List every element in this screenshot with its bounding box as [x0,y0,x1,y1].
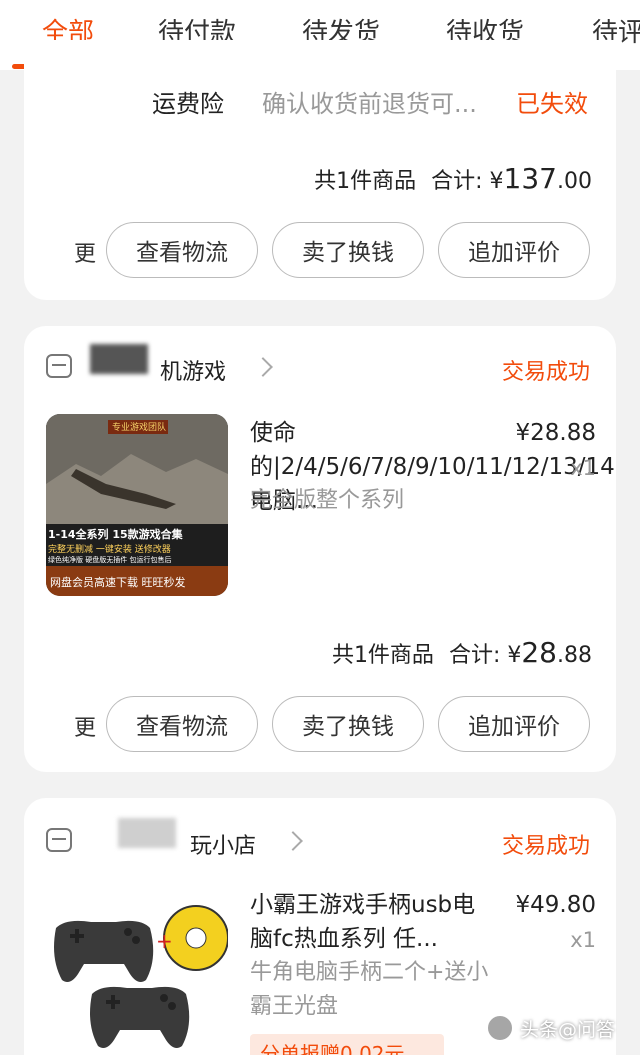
promo-tag: 分单报赠0.02元 [250,1034,444,1055]
redacted-shop-name [90,344,148,374]
sell-for-cash-button[interactable]: 卖了换钱 [272,222,424,278]
currency-symbol: ¥ [489,169,504,194]
cover-line-1: 1-14全系列 15款游戏合集 [48,528,183,541]
order-card: 运费险 确认收货前退货可... 已失效 共1件商品 合计: ¥137.00 更 … [24,40,616,300]
more-actions-link[interactable]: 更 [74,710,96,742]
product-sku: 完全版整个系列 [250,488,405,513]
redacted-shop-name [118,818,176,848]
product-sku: 牛角电脑手柄二个+送小霸王光盘 [250,960,489,1019]
watermark-text: 头条@问答 [520,1018,616,1041]
cover-banner: 专业游戏团队 [112,423,167,433]
toutiao-logo-icon [486,1014,514,1042]
shipping-insurance-label: 运费险 [152,90,224,118]
order-summary: 共1件商品 合计: ¥28.88 [332,636,592,669]
chevron-right-icon[interactable] [283,831,303,851]
view-logistics-button[interactable]: 查看物流 [106,696,258,752]
shop-icon [46,354,72,378]
watermark: 头条@问答 [486,1014,615,1042]
view-logistics-button[interactable]: 查看物流 [106,222,258,278]
shipping-insurance-status: 已失效 [516,90,588,118]
cover-line-3: 绿色纯净版 硬盘版无插件 包运行包售后 [48,556,172,564]
add-review-button[interactable]: 追加评价 [438,222,590,278]
product-title[interactable]: 小霸王游戏手柄usb电脑fc热血系列 任... [250,888,490,956]
total-integer: 28 [521,636,557,669]
game-cover-image [46,414,228,596]
svg-text:+: + [156,929,173,953]
shipping-insurance-desc: 确认收货前退货可... [262,90,477,118]
gamepad-product-image: + [54,905,228,1048]
product-thumbnail[interactable]: 专业游戏团队 1-14全系列 15款游戏合集 完整无删减 一键安装 送修改器 绿… [46,414,228,596]
order-status: 交易成功 [501,834,590,859]
product-thumbnail[interactable]: + [46,888,228,1055]
order-summary: 共1件商品 合计: ¥137.00 [314,162,592,195]
total-label: 合计: [431,169,483,194]
product-price: ¥49.80 [515,892,596,918]
shop-name[interactable]: 机游戏 [160,354,226,386]
order-card: 机游戏 交易成功 专业游戏团队 1-14全系列 15款游戏合集 完整无删减 一键… [24,326,616,772]
total-integer: 137 [503,162,557,195]
cover-bottom-text: 网盘会员高速下载 旺旺秒发 [50,576,186,589]
product-quantity: x1 [570,928,596,952]
total-label: 合计: [448,643,501,668]
order-status: 交易成功 [501,360,590,385]
more-actions-link[interactable]: 更 [74,236,96,268]
add-review-button[interactable]: 追加评价 [438,696,590,752]
product-price: ¥28.88 [515,420,596,446]
sell-for-cash-button[interactable]: 卖了换钱 [272,696,424,752]
currency-symbol: ¥ [507,643,522,668]
product-quantity: x1 [570,456,596,480]
total-decimal: .88 [557,643,592,668]
total-decimal: .00 [557,169,592,194]
cover-line-2: 完整无删减 一键安装 送修改器 [48,545,171,555]
chevron-right-icon[interactable] [253,357,273,377]
shop-name[interactable]: 玩小店 [190,828,256,860]
item-count: 共1件商品 [331,643,434,668]
shop-icon [46,828,72,852]
item-count: 共1件商品 [314,169,417,194]
